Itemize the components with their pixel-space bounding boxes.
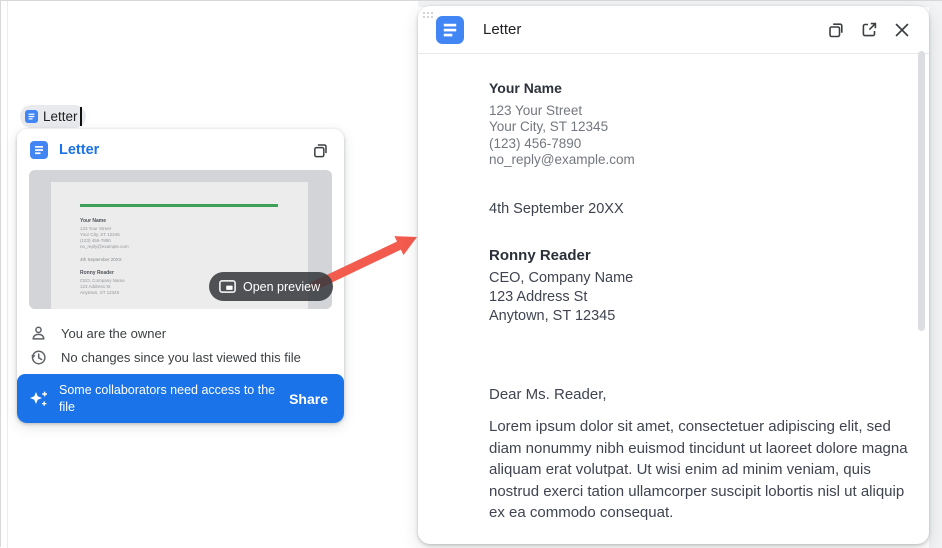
thumb-sender-name: Your Name: [80, 218, 308, 224]
doc-link-chip-label: Letter: [43, 109, 78, 124]
card-meta: You are the owner No changes since you l…: [30, 321, 332, 369]
close-icon[interactable]: [893, 21, 911, 39]
card-header: Letter: [17, 129, 344, 169]
drag-handle-icon[interactable]: [423, 12, 433, 18]
history-icon: [30, 349, 47, 366]
docs-icon: [436, 16, 464, 44]
panel-actions: [827, 21, 911, 39]
text-cursor: [80, 107, 82, 126]
docs-icon: [30, 141, 48, 159]
recipient-block: CEO, Company Name 123 Address St Anytown…: [489, 269, 909, 326]
changes-text: No changes since you last viewed this fi…: [61, 350, 301, 365]
panel-title: Letter: [483, 21, 521, 38]
sender-line: (123) 456-7890: [489, 136, 909, 152]
sparkle-icon: [29, 389, 49, 409]
open-preview-button[interactable]: Open preview: [209, 272, 333, 301]
panel-header: Letter: [418, 6, 929, 54]
link-preview-card: Letter Your Name 123 Your Street Your Ci…: [17, 129, 344, 423]
doc-link-chip[interactable]: Letter: [20, 105, 86, 128]
recipient-line: 123 Address St: [489, 288, 909, 307]
open-preview-label: Open preview: [243, 280, 320, 294]
recipient-line: Anytown, ST 12345: [489, 307, 909, 326]
thumb-line: no_reply@example.com: [80, 244, 308, 250]
owner-text: You are the owner: [61, 326, 166, 341]
recipient-name: Ronny Reader: [489, 247, 909, 264]
copy-link-icon[interactable]: [312, 142, 329, 159]
share-button[interactable]: Share: [289, 391, 328, 407]
letter-body-paragraph: Lorem ipsum dolor sit amet, consectetuer…: [489, 416, 909, 524]
changes-row: No changes since you last viewed this fi…: [30, 345, 332, 369]
owner-row: You are the owner: [30, 321, 332, 345]
doc-preview-panel: Letter Your Name 123 Your Street Your Ci…: [418, 6, 929, 544]
thumb-date: 4th September 20XX: [80, 257, 308, 262]
sender-name: Your Name: [489, 80, 909, 96]
copy-link-icon[interactable]: [827, 21, 845, 39]
open-in-new-icon[interactable]: [860, 21, 878, 39]
scrollbar-thumb[interactable]: [918, 51, 925, 331]
sender-line: no_reply@example.com: [489, 152, 909, 168]
preview-icon: [219, 280, 236, 293]
app-background-right: [929, 1, 942, 548]
card-title-link[interactable]: Letter: [59, 142, 99, 158]
sender-line: 123 Your Street: [489, 103, 909, 119]
access-banner: Some collaborators need access to the fi…: [17, 374, 344, 423]
access-banner-text: Some collaborators need access to the fi…: [59, 382, 285, 415]
recipient-line: CEO, Company Name: [489, 269, 909, 288]
letter-date: 4th September 20XX: [489, 201, 909, 217]
letter-document: Your Name 123 Your Street Your City, ST …: [418, 54, 929, 524]
docs-icon: [25, 110, 38, 123]
sender-line: Your City, ST 12345: [489, 119, 909, 135]
thumbnail-green-divider: [80, 204, 278, 207]
salutation: Dear Ms. Reader,: [489, 386, 909, 403]
document-edge-line: [7, 1, 8, 548]
person-icon: [30, 325, 47, 342]
